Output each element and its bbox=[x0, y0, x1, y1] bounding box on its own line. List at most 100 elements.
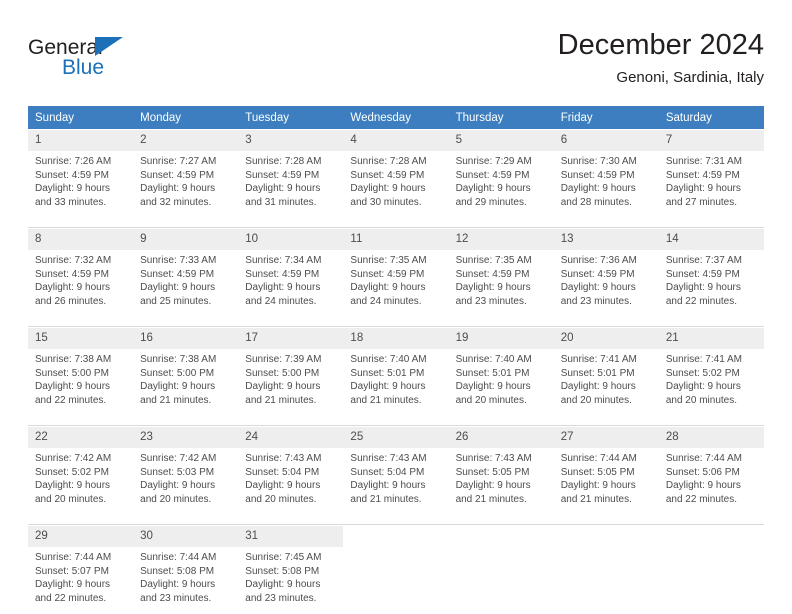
day-daylight-text: and 29 minutes. bbox=[456, 196, 548, 210]
day-number: 4 bbox=[343, 130, 448, 151]
day-sun-info: Sunrise: 7:44 AMSunset: 5:07 PMDaylight:… bbox=[28, 547, 133, 605]
calendar-day-cell[interactable]: 24Sunrise: 7:43 AMSunset: 5:04 PMDayligh… bbox=[238, 426, 343, 516]
calendar-day-cell[interactable]: 31Sunrise: 7:45 AMSunset: 5:08 PMDayligh… bbox=[238, 525, 343, 614]
calendar-day-cell bbox=[343, 525, 448, 614]
day-sun-info: Sunrise: 7:43 AMSunset: 5:04 PMDaylight:… bbox=[343, 448, 448, 506]
day-sun-info: Sunrise: 7:42 AMSunset: 5:02 PMDaylight:… bbox=[28, 448, 133, 506]
day-sunrise-text: Sunrise: 7:35 AM bbox=[350, 254, 442, 268]
day-daylight-text: and 20 minutes. bbox=[245, 493, 337, 507]
calendar-day-cell[interactable]: 4Sunrise: 7:28 AMSunset: 4:59 PMDaylight… bbox=[343, 129, 448, 218]
day-daylight-text: and 20 minutes. bbox=[666, 394, 758, 408]
calendar-header-row: Sunday Monday Tuesday Wednesday Thursday… bbox=[28, 106, 764, 129]
calendar-day-cell[interactable]: 25Sunrise: 7:43 AMSunset: 5:04 PMDayligh… bbox=[343, 426, 448, 516]
calendar-day-cell[interactable]: 11Sunrise: 7:35 AMSunset: 4:59 PMDayligh… bbox=[343, 228, 448, 318]
calendar-day-cell[interactable]: 15Sunrise: 7:38 AMSunset: 5:00 PMDayligh… bbox=[28, 327, 133, 417]
calendar-day-cell[interactable]: 28Sunrise: 7:44 AMSunset: 5:06 PMDayligh… bbox=[659, 426, 764, 516]
day-cell-content: 9Sunrise: 7:33 AMSunset: 4:59 PMDaylight… bbox=[133, 228, 238, 317]
day-number: 10 bbox=[238, 229, 343, 250]
day-cell-content: 27Sunrise: 7:44 AMSunset: 5:05 PMDayligh… bbox=[554, 426, 659, 515]
calendar-day-cell[interactable]: 18Sunrise: 7:40 AMSunset: 5:01 PMDayligh… bbox=[343, 327, 448, 417]
calendar-day-cell[interactable]: 19Sunrise: 7:40 AMSunset: 5:01 PMDayligh… bbox=[449, 327, 554, 417]
day-number: 19 bbox=[449, 328, 554, 349]
calendar-day-cell[interactable]: 12Sunrise: 7:35 AMSunset: 4:59 PMDayligh… bbox=[449, 228, 554, 318]
calendar-table: Sunday Monday Tuesday Wednesday Thursday… bbox=[28, 106, 764, 614]
day-number: 13 bbox=[554, 229, 659, 250]
day-sunset-text: Sunset: 5:04 PM bbox=[245, 466, 337, 480]
day-sunrise-text: Sunrise: 7:32 AM bbox=[35, 254, 127, 268]
day-sunrise-text: Sunrise: 7:27 AM bbox=[140, 155, 232, 169]
calendar-day-cell[interactable]: 20Sunrise: 7:41 AMSunset: 5:01 PMDayligh… bbox=[554, 327, 659, 417]
day-cell-content: 13Sunrise: 7:36 AMSunset: 4:59 PMDayligh… bbox=[554, 228, 659, 317]
title-block: December 2024 Genoni, Sardinia, Italy bbox=[558, 28, 764, 89]
day-sun-info: Sunrise: 7:41 AMSunset: 5:02 PMDaylight:… bbox=[659, 349, 764, 407]
day-daylight-text: and 22 minutes. bbox=[666, 295, 758, 309]
day-cell-content: 18Sunrise: 7:40 AMSunset: 5:01 PMDayligh… bbox=[343, 327, 448, 416]
day-daylight-text: and 21 minutes. bbox=[456, 493, 548, 507]
day-sunset-text: Sunset: 5:01 PM bbox=[561, 367, 653, 381]
day-sun-info bbox=[343, 547, 448, 551]
page-header: General Blue December 2024 Genoni, Sardi… bbox=[28, 28, 764, 98]
day-number: 6 bbox=[554, 130, 659, 151]
day-sunset-text: Sunset: 5:00 PM bbox=[140, 367, 232, 381]
weekday-header-monday: Monday bbox=[133, 106, 238, 129]
day-daylight-text: and 23 minutes. bbox=[140, 592, 232, 606]
day-daylight-text: and 22 minutes. bbox=[666, 493, 758, 507]
day-number: 9 bbox=[133, 229, 238, 250]
calendar-day-cell[interactable]: 23Sunrise: 7:42 AMSunset: 5:03 PMDayligh… bbox=[133, 426, 238, 516]
day-sun-info: Sunrise: 7:35 AMSunset: 4:59 PMDaylight:… bbox=[343, 250, 448, 308]
week-separator-cell bbox=[28, 515, 764, 525]
day-sunset-text: Sunset: 4:59 PM bbox=[245, 169, 337, 183]
calendar-day-cell[interactable]: 17Sunrise: 7:39 AMSunset: 5:00 PMDayligh… bbox=[238, 327, 343, 417]
day-sun-info: Sunrise: 7:31 AMSunset: 4:59 PMDaylight:… bbox=[659, 151, 764, 209]
day-sunrise-text: Sunrise: 7:34 AM bbox=[245, 254, 337, 268]
day-sun-info: Sunrise: 7:38 AMSunset: 5:00 PMDaylight:… bbox=[28, 349, 133, 407]
calendar-day-cell[interactable]: 1Sunrise: 7:26 AMSunset: 4:59 PMDaylight… bbox=[28, 129, 133, 218]
calendar-day-cell[interactable]: 13Sunrise: 7:36 AMSunset: 4:59 PMDayligh… bbox=[554, 228, 659, 318]
day-daylight-text: and 20 minutes. bbox=[140, 493, 232, 507]
day-daylight-text: Daylight: 9 hours bbox=[350, 479, 442, 493]
calendar-day-cell[interactable]: 5Sunrise: 7:29 AMSunset: 4:59 PMDaylight… bbox=[449, 129, 554, 218]
calendar-day-cell[interactable]: 7Sunrise: 7:31 AMSunset: 4:59 PMDaylight… bbox=[659, 129, 764, 218]
day-number: 21 bbox=[659, 328, 764, 349]
day-daylight-text: Daylight: 9 hours bbox=[350, 182, 442, 196]
calendar-day-cell[interactable]: 2Sunrise: 7:27 AMSunset: 4:59 PMDaylight… bbox=[133, 129, 238, 218]
logo-triangle-icon bbox=[95, 37, 123, 56]
day-cell-content: 11Sunrise: 7:35 AMSunset: 4:59 PMDayligh… bbox=[343, 228, 448, 317]
day-sun-info: Sunrise: 7:35 AMSunset: 4:59 PMDaylight:… bbox=[449, 250, 554, 308]
day-daylight-text: and 31 minutes. bbox=[245, 196, 337, 210]
day-daylight-text: and 24 minutes. bbox=[245, 295, 337, 309]
calendar-day-cell[interactable]: 22Sunrise: 7:42 AMSunset: 5:02 PMDayligh… bbox=[28, 426, 133, 516]
calendar-day-cell[interactable]: 6Sunrise: 7:30 AMSunset: 4:59 PMDaylight… bbox=[554, 129, 659, 218]
day-cell-content: 30Sunrise: 7:44 AMSunset: 5:08 PMDayligh… bbox=[133, 525, 238, 614]
day-daylight-text: Daylight: 9 hours bbox=[245, 380, 337, 394]
day-daylight-text: and 21 minutes. bbox=[350, 394, 442, 408]
calendar-day-cell[interactable]: 10Sunrise: 7:34 AMSunset: 4:59 PMDayligh… bbox=[238, 228, 343, 318]
day-sunset-text: Sunset: 5:00 PM bbox=[35, 367, 127, 381]
calendar-day-cell[interactable]: 27Sunrise: 7:44 AMSunset: 5:05 PMDayligh… bbox=[554, 426, 659, 516]
day-cell-content: 15Sunrise: 7:38 AMSunset: 5:00 PMDayligh… bbox=[28, 327, 133, 416]
day-sun-info: Sunrise: 7:43 AMSunset: 5:04 PMDaylight:… bbox=[238, 448, 343, 506]
day-cell-content bbox=[343, 525, 448, 614]
calendar-week-row: 1Sunrise: 7:26 AMSunset: 4:59 PMDaylight… bbox=[28, 129, 764, 218]
calendar-day-cell[interactable]: 21Sunrise: 7:41 AMSunset: 5:02 PMDayligh… bbox=[659, 327, 764, 417]
calendar-day-cell[interactable]: 16Sunrise: 7:38 AMSunset: 5:00 PMDayligh… bbox=[133, 327, 238, 417]
day-daylight-text: and 20 minutes. bbox=[561, 394, 653, 408]
day-sun-info: Sunrise: 7:40 AMSunset: 5:01 PMDaylight:… bbox=[343, 349, 448, 407]
calendar-day-cell[interactable]: 9Sunrise: 7:33 AMSunset: 4:59 PMDaylight… bbox=[133, 228, 238, 318]
day-cell-content: 10Sunrise: 7:34 AMSunset: 4:59 PMDayligh… bbox=[238, 228, 343, 317]
day-daylight-text: and 21 minutes. bbox=[561, 493, 653, 507]
day-number: 22 bbox=[28, 427, 133, 448]
day-cell-content: 24Sunrise: 7:43 AMSunset: 5:04 PMDayligh… bbox=[238, 426, 343, 515]
day-daylight-text: and 21 minutes. bbox=[140, 394, 232, 408]
day-sunset-text: Sunset: 4:59 PM bbox=[561, 169, 653, 183]
day-sun-info: Sunrise: 7:28 AMSunset: 4:59 PMDaylight:… bbox=[238, 151, 343, 209]
calendar-day-cell[interactable]: 26Sunrise: 7:43 AMSunset: 5:05 PMDayligh… bbox=[449, 426, 554, 516]
week-separator bbox=[28, 317, 764, 327]
calendar-day-cell[interactable]: 3Sunrise: 7:28 AMSunset: 4:59 PMDaylight… bbox=[238, 129, 343, 218]
calendar-day-cell[interactable]: 30Sunrise: 7:44 AMSunset: 5:08 PMDayligh… bbox=[133, 525, 238, 614]
day-sunrise-text: Sunrise: 7:40 AM bbox=[456, 353, 548, 367]
calendar-day-cell[interactable]: 29Sunrise: 7:44 AMSunset: 5:07 PMDayligh… bbox=[28, 525, 133, 614]
day-cell-content: 25Sunrise: 7:43 AMSunset: 5:04 PMDayligh… bbox=[343, 426, 448, 515]
calendar-day-cell[interactable]: 8Sunrise: 7:32 AMSunset: 4:59 PMDaylight… bbox=[28, 228, 133, 318]
calendar-day-cell[interactable]: 14Sunrise: 7:37 AMSunset: 4:59 PMDayligh… bbox=[659, 228, 764, 318]
